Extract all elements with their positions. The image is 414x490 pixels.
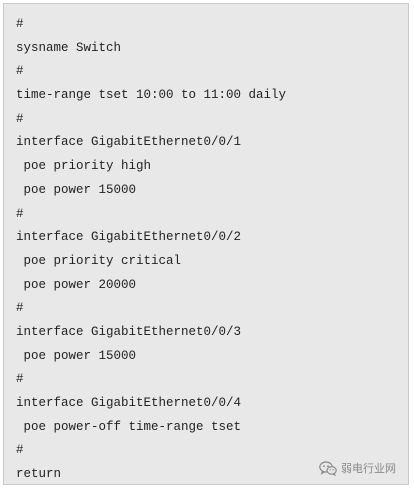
config-line: poe power 15000 <box>16 182 137 197</box>
config-line: # <box>16 111 24 126</box>
watermark-text: 弱电行业网 <box>341 462 396 475</box>
config-line: # <box>16 64 24 79</box>
config-lines: # sysname Switch # time-range tset 10:00… <box>16 13 286 487</box>
config-line: interface GigabitEthernet0/0/3 <box>16 324 242 339</box>
config-line: # <box>16 443 24 458</box>
config-line: return <box>16 467 62 482</box>
wechat-icon <box>319 460 337 476</box>
config-code-block: # sysname Switch # time-range tset 10:00… <box>3 3 409 485</box>
config-line: sysname Switch <box>16 40 122 55</box>
config-line: poe priority critical <box>16 253 182 268</box>
config-line: # <box>16 206 24 221</box>
config-line: poe power 15000 <box>16 348 137 363</box>
config-line: poe power-off time-range tset <box>16 419 242 434</box>
config-line: # <box>16 301 24 316</box>
config-line: poe priority high <box>16 159 152 174</box>
config-line: interface GigabitEthernet0/0/4 <box>16 396 242 410</box>
config-line: time-range tset 10:00 to 11:00 daily <box>16 88 287 103</box>
config-line: poe power 20000 <box>16 277 137 292</box>
watermark: 弱电行业网 <box>319 460 396 476</box>
config-line: # <box>16 372 24 387</box>
config-line: interface GigabitEthernet0/0/2 <box>16 230 242 245</box>
config-line: # <box>16 17 24 31</box>
config-line: interface GigabitEthernet0/0/1 <box>16 135 242 150</box>
